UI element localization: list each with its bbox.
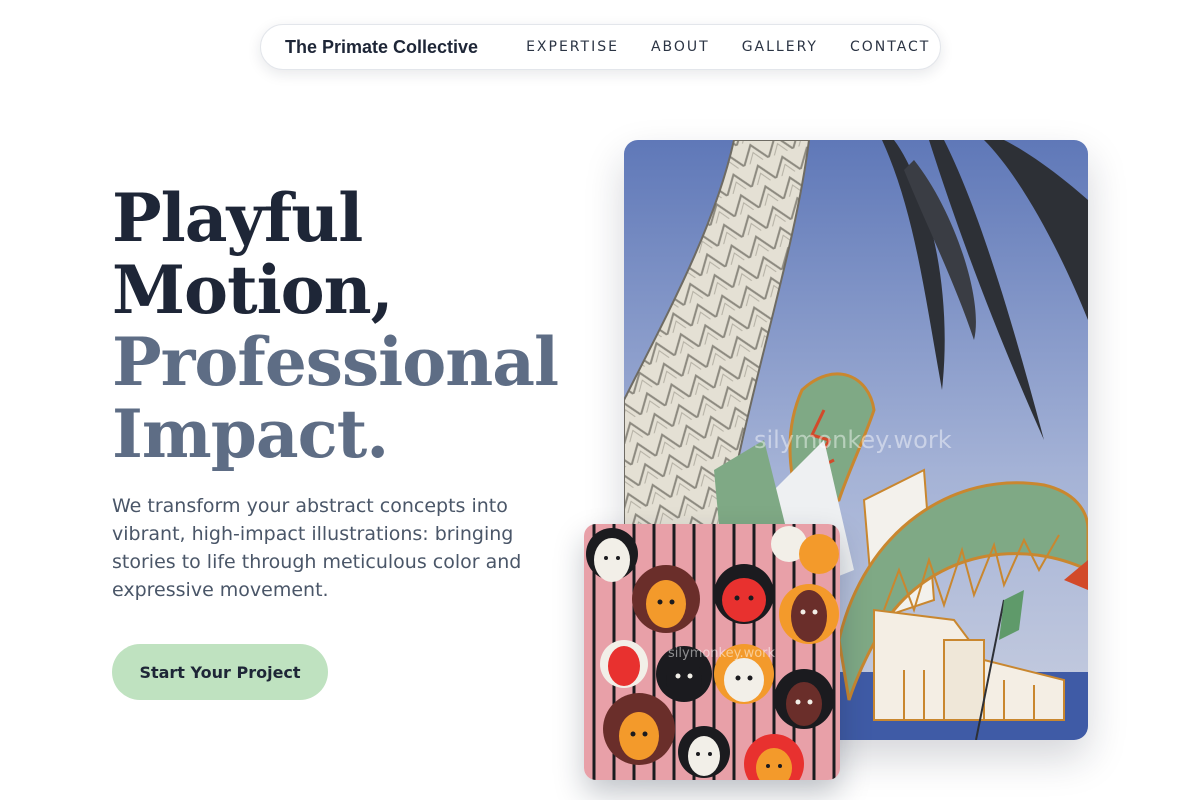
secondary-artwork-watermark: silymonkey.work — [668, 646, 776, 661]
nav-link-gallery[interactable]: GALLERY — [742, 39, 818, 55]
nav-link-about[interactable]: ABOUT — [651, 39, 710, 55]
top-nav: The Primate Collective EXPERTISE ABOUT G… — [260, 24, 941, 70]
start-project-button[interactable]: Start Your Project — [112, 644, 328, 700]
nav-link-expertise[interactable]: EXPERTISE — [526, 39, 619, 55]
nav-link-contact[interactable]: CONTACT — [850, 39, 930, 55]
headline-line-1: Playful — [112, 179, 363, 257]
hero-headline: Playful Motion, Professional Impact. — [112, 179, 559, 473]
headline-line-3: Professional — [112, 323, 559, 401]
main-artwork-watermark: silymonkey.work — [754, 426, 952, 454]
headline-line-2: Motion, — [112, 251, 394, 329]
headline-line-4: Impact. — [112, 395, 389, 473]
brand-logo-text[interactable]: The Primate Collective — [285, 37, 478, 58]
hero-lead-paragraph: We transform your abstract concepts into… — [112, 495, 522, 601]
secondary-artwork-image: silymonkey.work — [584, 524, 840, 780]
